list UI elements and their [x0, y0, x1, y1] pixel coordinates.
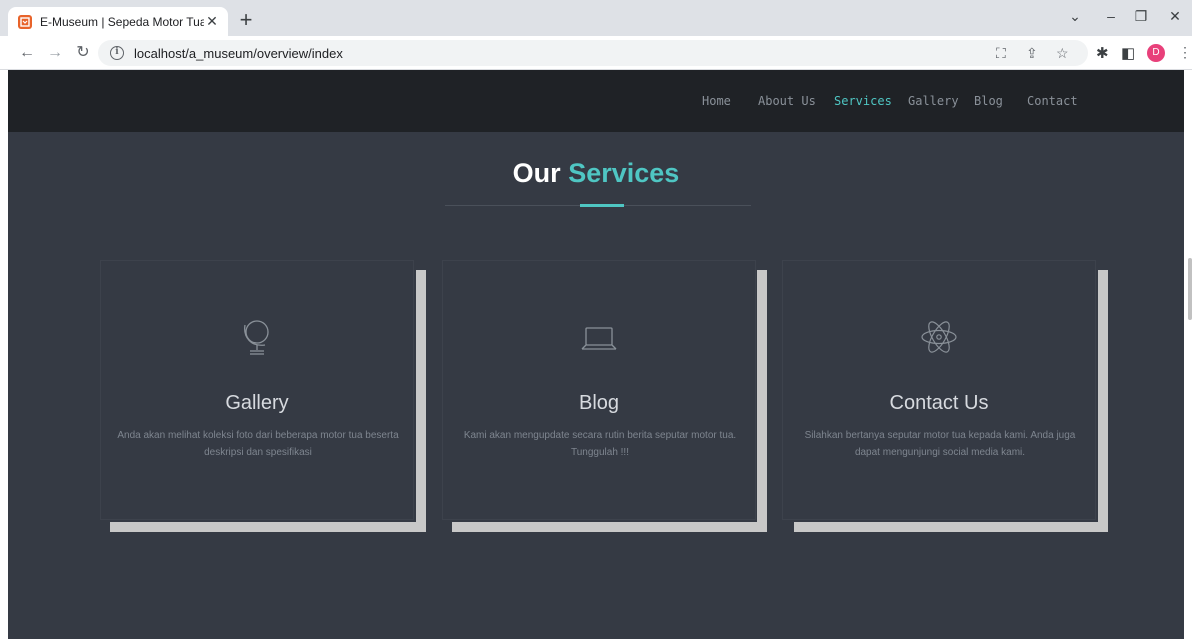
- page-scrollbar[interactable]: [1188, 258, 1192, 320]
- address-bar[interactable]: i localhost/a_museum/overview/index ⛶ ⇪ …: [98, 40, 1088, 66]
- extensions-puzzle-icon[interactable]: ✱: [1096, 44, 1109, 62]
- browser-toolbar: ← → ↻ i localhost/a_museum/overview/inde…: [0, 36, 1192, 70]
- service-card-gallery[interactable]: Gallery Anda akan melihat koleksi foto d…: [100, 260, 414, 520]
- close-window-button[interactable]: ✕: [1160, 8, 1190, 28]
- card-title: Contact Us: [889, 392, 989, 414]
- card-description: Silahkan bertanya seputar motor tua kepa…: [804, 430, 1076, 458]
- menu-dots-icon[interactable]: ⋮: [1178, 44, 1192, 61]
- bookmark-star-icon[interactable]: ☆: [1056, 45, 1069, 62]
- card-shadow-bottom: [794, 522, 1108, 532]
- section-title-accent: Services: [568, 158, 680, 188]
- profile-avatar[interactable]: D: [1147, 44, 1165, 62]
- page-viewport: Home About Us Services Gallery Blog Cont…: [8, 70, 1184, 639]
- translate-icon[interactable]: ⛶: [996, 45, 1006, 62]
- nav-item-contact[interactable]: Contact: [1027, 94, 1078, 108]
- nav-item-home[interactable]: Home: [702, 94, 731, 108]
- minimize-button[interactable]: –: [1096, 8, 1126, 28]
- section-title-main: Our: [512, 158, 561, 188]
- url-text[interactable]: localhost/a_museum/overview/index: [134, 46, 343, 61]
- card-shadow-bottom: [110, 522, 426, 532]
- reload-icon[interactable]: ↻: [72, 43, 94, 63]
- nav-item-gallery[interactable]: Gallery: [908, 94, 959, 108]
- service-card-blog[interactable]: Blog Kami akan mengupdate secara rutin b…: [442, 260, 756, 520]
- card-title: Gallery: [225, 392, 289, 414]
- tab-list-button[interactable]: ⌄: [1060, 8, 1090, 28]
- card-shadow-right: [757, 270, 767, 532]
- title-accent-bar: [580, 204, 624, 207]
- card-title: Blog: [578, 392, 620, 414]
- share-icon[interactable]: ⇪: [1026, 45, 1038, 62]
- new-tab-button[interactable]: +: [234, 9, 258, 33]
- site-info-icon[interactable]: i: [110, 46, 124, 60]
- card-description: Kami akan mengupdate secara rutin berita…: [463, 430, 737, 458]
- service-card-contact-us[interactable]: Contact Us Silahkan bertanya seputar mot…: [782, 260, 1096, 520]
- site-navbar: Home About Us Services Gallery Blog Cont…: [8, 70, 1184, 132]
- atom-icon: [783, 317, 1095, 357]
- card-shadow-right: [416, 270, 426, 532]
- card-shadow-right: [1098, 270, 1108, 532]
- section-title: Our Services: [8, 158, 1184, 189]
- nav-item-blog[interactable]: Blog: [974, 94, 1003, 108]
- browser-tab[interactable]: E-Museum | Sepeda Motor Tua ✕: [8, 7, 228, 36]
- nav-item-about-us[interactable]: About Us: [758, 94, 816, 108]
- side-panel-icon[interactable]: ◧: [1121, 44, 1135, 62]
- museum-favicon-icon: [18, 14, 32, 29]
- browser-tab-strip: E-Museum | Sepeda Motor Tua ✕ + ⌄ – ❐ ✕: [0, 0, 1192, 36]
- tab-close-icon[interactable]: ✕: [204, 13, 220, 30]
- restore-button[interactable]: ❐: [1126, 8, 1156, 28]
- card-description: Anda akan melihat koleksi foto dari bebe…: [117, 430, 399, 458]
- card-shadow-bottom: [452, 522, 767, 532]
- back-arrow-icon[interactable]: ←: [16, 43, 38, 63]
- nav-item-services[interactable]: Services: [834, 94, 892, 108]
- tab-title: E-Museum | Sepeda Motor Tua: [40, 14, 204, 29]
- globe-icon: [101, 317, 413, 357]
- laptop-icon: [443, 317, 755, 357]
- forward-arrow-icon[interactable]: →: [44, 43, 66, 63]
